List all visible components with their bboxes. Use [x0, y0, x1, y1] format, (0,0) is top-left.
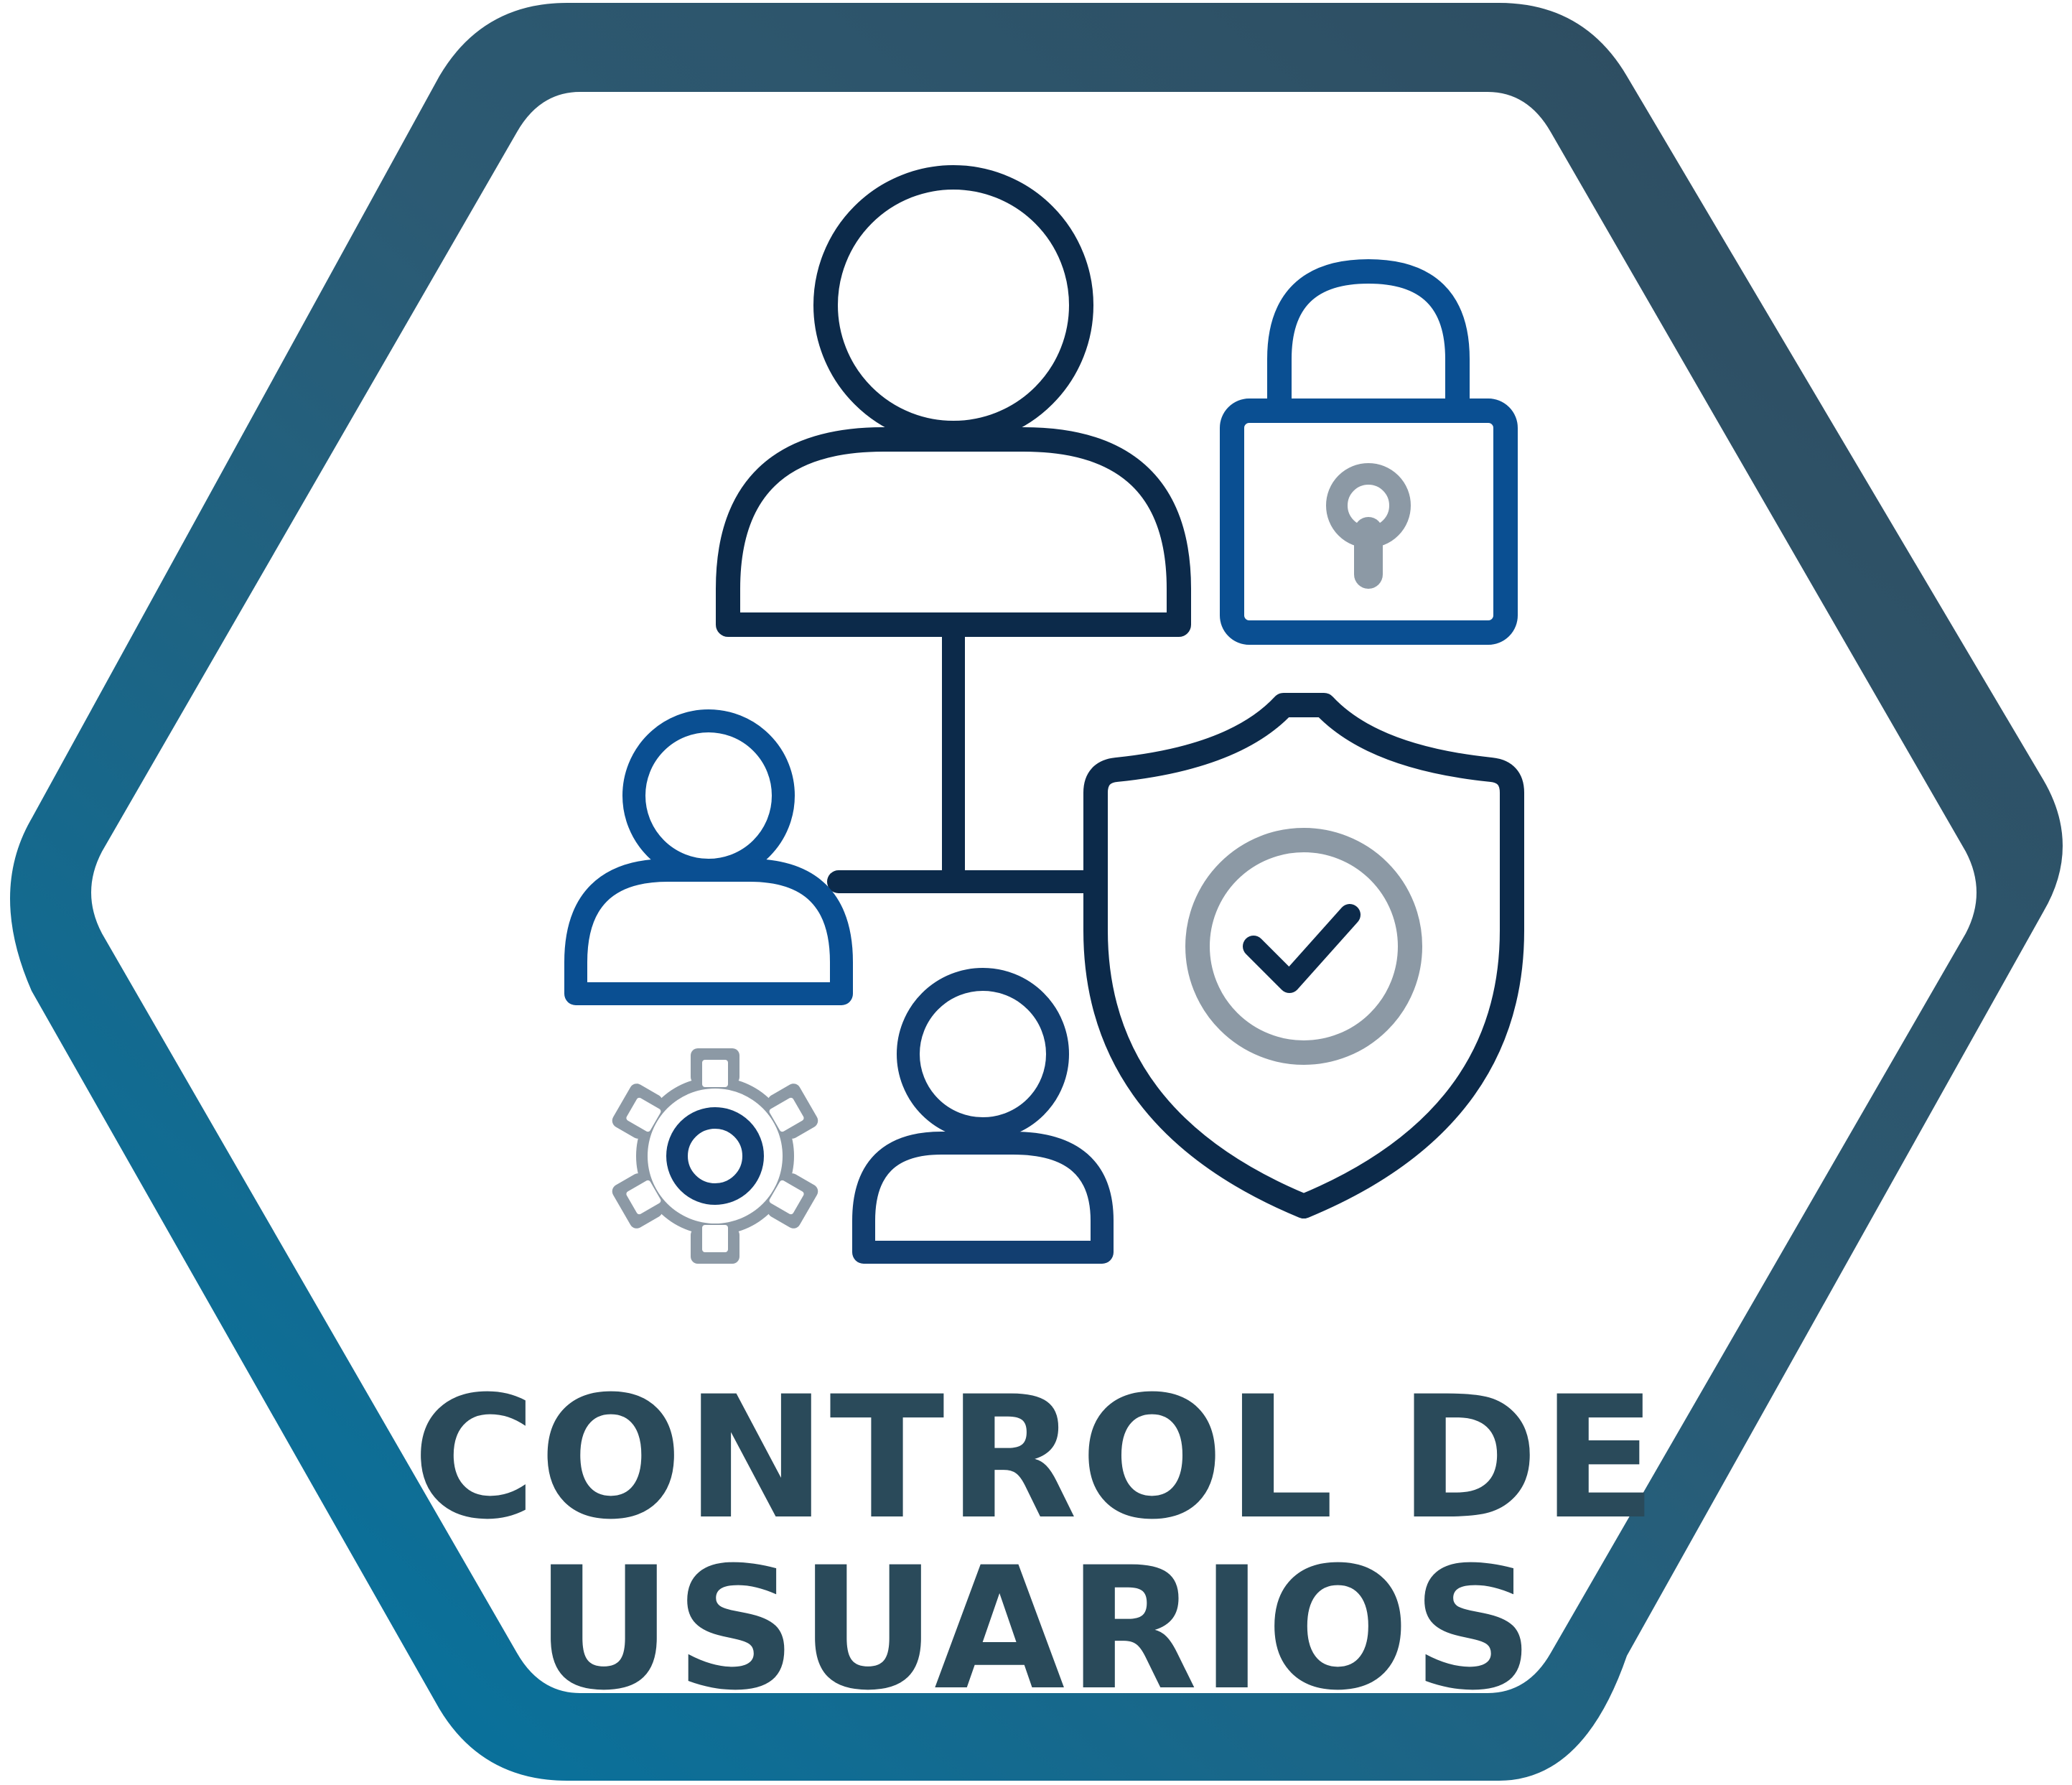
badge-title-line-2: USUARIOS — [536, 1532, 1537, 1728]
user-control-badge: CONTROL DE USUARIOS — [10, 3, 2063, 1781]
badge-title-line-1: CONTROL DE — [412, 1361, 1659, 1557]
